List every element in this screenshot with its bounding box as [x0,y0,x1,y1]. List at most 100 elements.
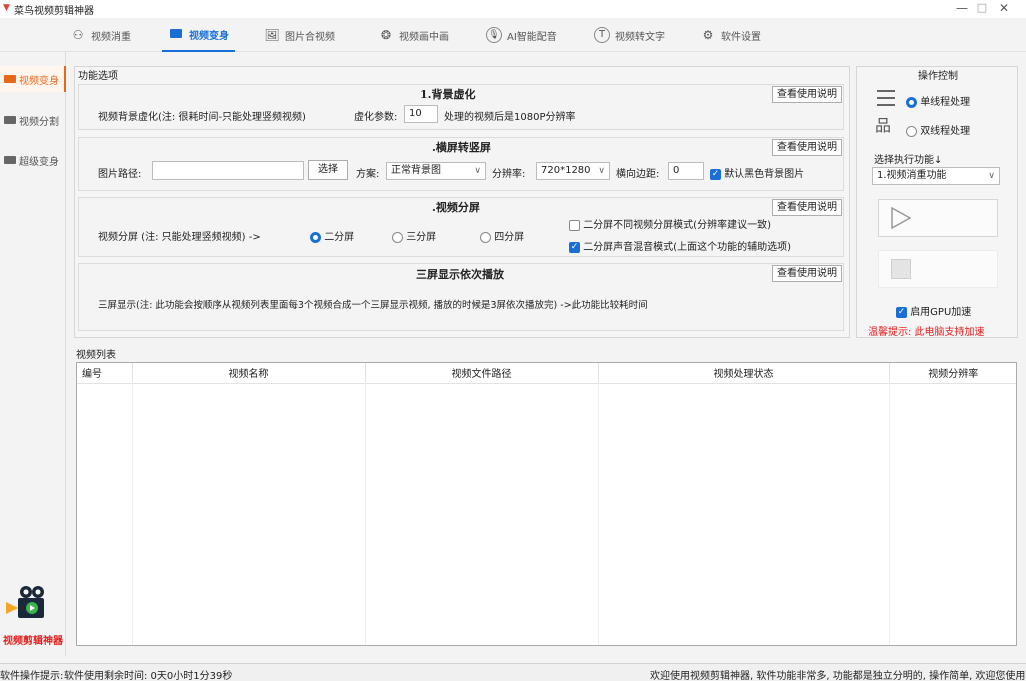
blur-param-label: 虚化参数: [354,112,398,123]
column-divider [598,383,599,645]
column-header-path[interactable]: 视频文件路径 [365,363,599,384]
scheme-select-value: 正常背景图 [391,165,441,176]
network-icon: 品 [875,116,892,135]
app-logo-icon: ▼ [3,3,10,13]
column-header-resolution[interactable]: 视频分辨率 [889,363,1016,384]
sidebar-item-super-transform[interactable]: 超级变身 [0,147,66,173]
radio-unselected-icon [906,125,917,137]
top-nav: ⚇ 视频消重 视频变身 🖼 图片合视频 ❂ 视频画中画 🎙 AI智能配音 T 视… [0,18,1026,52]
tab-label: 软件设置 [721,31,761,43]
column-divider [132,383,133,645]
scheme-label: 方案: [356,169,380,180]
radio-label: 四分屏 [494,232,525,243]
sidebar-item-video-transform[interactable]: 视频变身 [0,66,66,92]
tab-video-transform[interactable]: 视频变身 [162,18,235,52]
help-button[interactable]: 查看使用说明 [772,86,842,103]
video-camera-icon [4,116,16,124]
tab-ai-voice[interactable]: 🎙 AI智能配音 [480,18,563,52]
tab-video-dedupe[interactable]: ⚇ 视频消重 [64,18,137,52]
resolution-select-value: 720*1280 [541,165,591,176]
dual-thread-radio[interactable]: 双线程处理 [906,122,970,137]
window-title: 菜鸟视频剪辑神器 [14,6,94,17]
list-lines-icon [877,90,895,106]
exec-function-select[interactable]: 1.视频消重功能 ∨ [872,167,1000,185]
radio-selected-icon [310,231,321,243]
sidebar-item-label: 超级变身 [19,156,59,168]
tab-image-to-video[interactable]: 🖼 图片合视频 [258,18,341,52]
section-title: .视频分屏 [432,201,480,214]
resolution-select[interactable]: 720*1280 ∨ [536,162,610,180]
image-path-input[interactable] [152,161,304,180]
section-title: 1.背景虚化 [420,88,476,101]
margin-label: 横向边距: [616,169,660,180]
exec-function-value: 1.视频消重功能 [877,170,947,181]
table-header-row: 编号 视频名称 视频文件路径 视频处理状态 视频分辨率 [77,363,1016,384]
split-description: 视频分屏 (注: 只能处理竖频视频) -> [98,232,261,243]
column-header-status[interactable]: 视频处理状态 [598,363,890,384]
radio-split-3[interactable]: 三分屏 [392,228,436,243]
column-divider [889,383,890,645]
help-button[interactable]: 查看使用说明 [772,199,842,216]
radio-selected-icon [906,96,917,108]
sidebar-item-video-split[interactable]: 视频分割 [0,107,66,133]
image-path-label: 图片路径: [98,169,142,180]
tab-label: AI智能配音 [507,31,557,43]
sidebar-item-label: 视频分割 [19,116,59,128]
title-bar: ▼ 菜鸟视频剪辑神器 — □ ✕ [0,0,1026,18]
checkbox-checked-icon: ✓ [896,306,907,318]
black-bg-checkbox[interactable]: ✓ 默认黑色背景图片 [710,165,804,180]
blur-description: 视频背景虚化(注: 很耗时间-只能处理竖频视频) [98,112,306,123]
help-button[interactable]: 查看使用说明 [772,139,842,156]
tab-picture-in-picture[interactable]: ❂ 视频画中画 [372,18,455,52]
radio-label: 双线程处理 [920,126,971,137]
column-divider [365,383,366,645]
split-different-videos-checkbox[interactable]: 二分屏不同视频分屏模式(分辨率建议一致) [569,216,771,231]
help-button[interactable]: 查看使用说明 [772,265,842,282]
radio-split-4[interactable]: 四分屏 [480,228,524,243]
checkbox-checked-icon: ✓ [569,241,580,253]
microphone-icon: 🎙 [486,27,502,43]
video-camera-icon [4,156,16,164]
tab-video-to-text[interactable]: T 视频转文字 [588,18,671,52]
chevron-down-icon: ∨ [598,166,605,176]
film-reel-icon: ❂ [380,28,392,42]
checkbox-label: 二分屏声音混音模式(上面这个功能的辅助选项) [583,242,791,253]
sidebar: 视频变身 视频分割 超级变身 视频剪辑神器 [0,52,66,656]
video-camera-icon [4,75,16,83]
scheme-select[interactable]: 正常背景图 ∨ [386,162,486,180]
split-audio-mix-checkbox[interactable]: ✓ 二分屏声音混音模式(上面这个功能的辅助选项) [569,238,791,253]
radio-label: 三分屏 [406,232,437,243]
margin-input[interactable]: 0 [668,162,704,180]
gpu-accel-checkbox[interactable]: ✓ 启用GPU加速 [896,303,971,318]
status-bar: 软件操作提示: 软件使用剩余时间: 0天0小时1分39秒 欢迎使用视频剪辑神器,… [0,663,1026,681]
text-t-icon: T [594,27,610,43]
radio-label: 单线程处理 [920,97,971,108]
checkbox-label: 二分屏不同视频分屏模式(分辨率建议一致) [583,220,771,231]
column-header-id[interactable]: 编号 [77,363,133,384]
tab-settings[interactable]: ⚙ 软件设置 [694,18,767,52]
video-camera-icon [168,26,184,42]
radio-unselected-icon [480,231,491,243]
choose-button[interactable]: 选择 [308,160,348,180]
chevron-down-icon: ∨ [474,166,481,176]
single-thread-radio[interactable]: 单线程处理 [906,93,970,108]
control-panel-title: 操作控制 [918,71,958,82]
blur-param-input[interactable]: 10 [404,105,438,123]
tab-label: 视频转文字 [615,31,665,43]
stop-icon [891,259,911,279]
checkbox-label: 启用GPU加速 [910,307,972,318]
section-title: .横屏转竖屏 [432,141,491,154]
radio-unselected-icon [392,231,403,243]
radio-label: 二分屏 [324,232,355,243]
stop-button[interactable] [878,250,998,288]
video-list-table[interactable]: 编号 视频名称 视频文件路径 视频处理状态 视频分辨率 [76,362,1017,646]
start-button[interactable] [878,199,998,237]
play-icon [891,206,912,230]
close-button[interactable]: ✕ [984,0,1024,18]
gear-icon: ⚙ [702,28,714,42]
radio-split-2[interactable]: 二分屏 [310,228,354,243]
image-icon: 🖼 [264,28,280,42]
column-header-name[interactable]: 视频名称 [132,363,366,384]
checkbox-unchecked-icon [569,219,580,231]
tab-label: 图片合视频 [285,31,335,43]
